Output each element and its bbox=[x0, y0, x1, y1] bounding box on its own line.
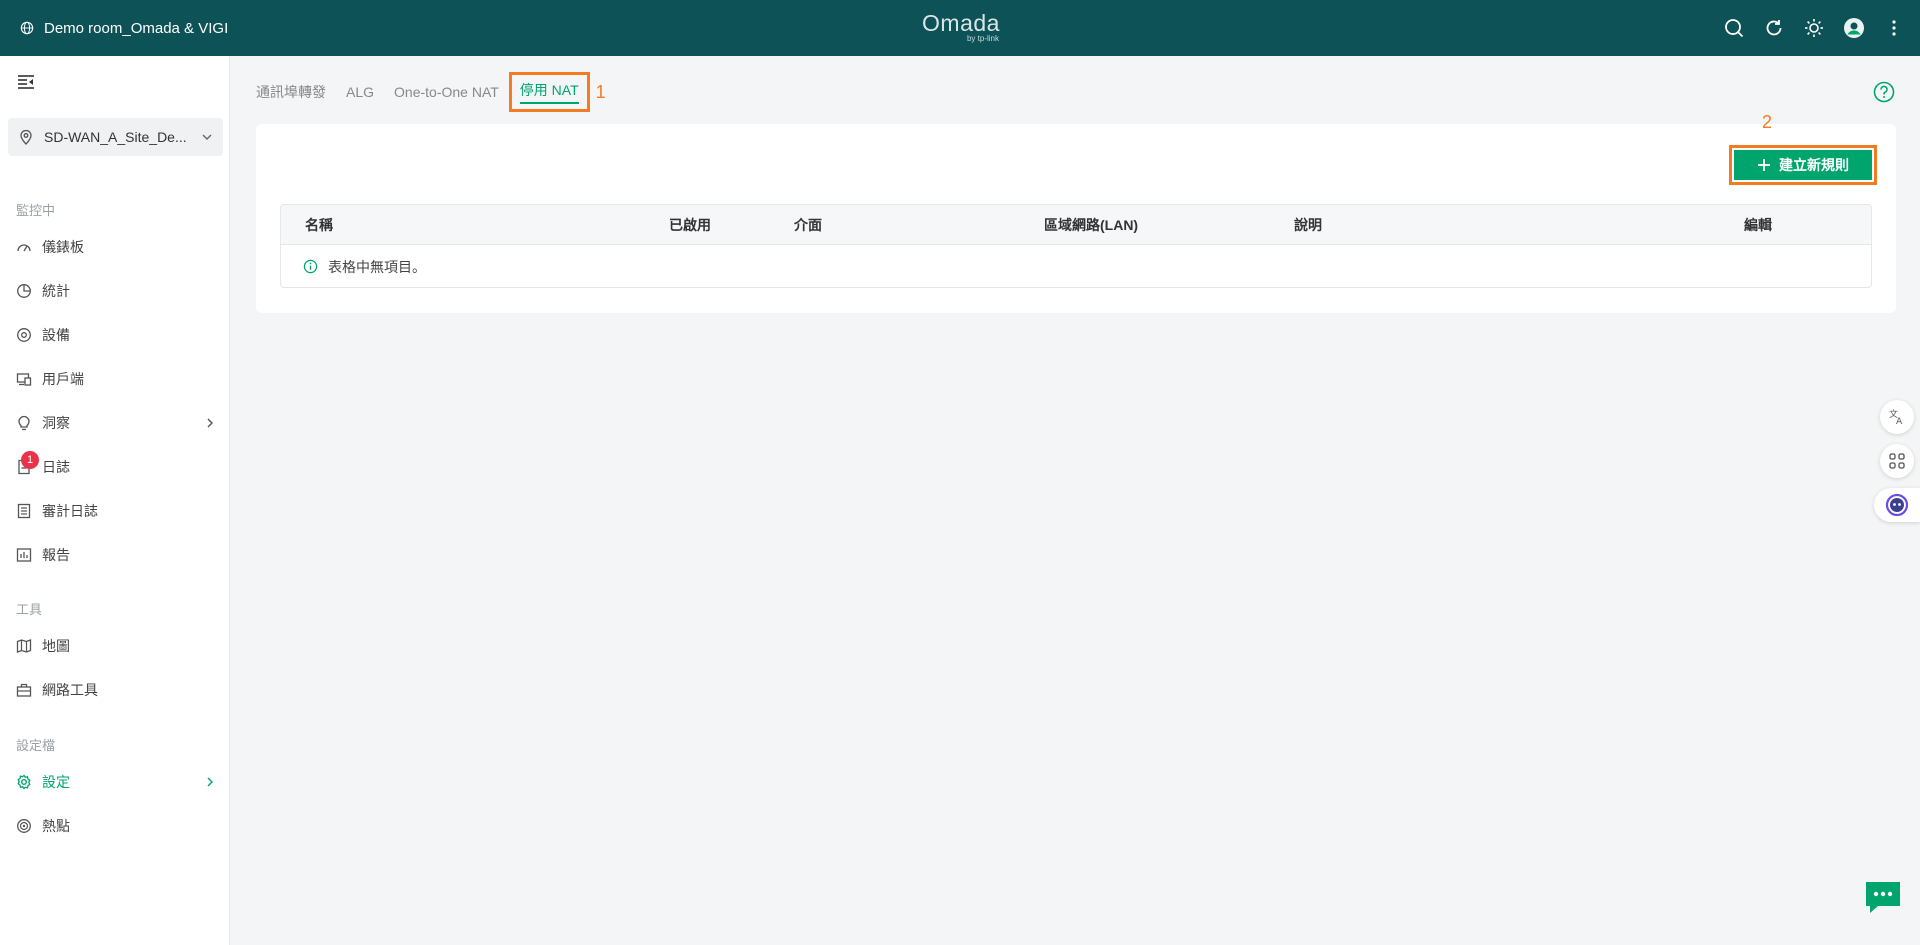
map-icon bbox=[16, 639, 32, 653]
bulb-icon bbox=[18, 415, 30, 431]
room-selector[interactable]: Demo room_Omada & VIGI bbox=[20, 0, 228, 56]
sidebar-item-audit-logs[interactable]: 審計日誌 bbox=[16, 497, 216, 525]
table-empty-row: 表格中無項目。 bbox=[281, 245, 1871, 287]
menu-collapse-icon bbox=[18, 75, 34, 89]
sidebar-item-devices[interactable]: 設備 bbox=[16, 321, 216, 349]
apps-grid-icon bbox=[1889, 453, 1905, 469]
sidebar-item-hotspot[interactable]: 熱點 bbox=[16, 812, 216, 840]
create-new-rule-button[interactable]: 建立新規則 bbox=[1734, 150, 1872, 180]
sidebar-item-insights[interactable]: 洞察 bbox=[16, 409, 216, 437]
section-tools: 工具 bbox=[16, 602, 43, 617]
sidebar-item-statistics[interactable]: 統計 bbox=[16, 277, 216, 305]
sidebar-item-dashboard[interactable]: 儀錶板 bbox=[16, 233, 216, 261]
toolbox-icon bbox=[16, 683, 32, 697]
globe-icon bbox=[20, 21, 34, 35]
nat-tabs: 通訊埠轉發 ALG One-to-One NAT 停用 NAT 1 bbox=[256, 72, 606, 112]
sun-icon bbox=[1805, 19, 1823, 37]
sidebar-item-logs[interactable]: 1 日誌 bbox=[16, 451, 216, 481]
site-name: SD-WAN_A_Site_De... bbox=[44, 129, 187, 145]
tab-port-forwarding[interactable]: 通訊埠轉發 bbox=[256, 72, 326, 112]
annotation-2: 2 bbox=[1762, 112, 1773, 132]
tab-alg[interactable]: ALG bbox=[346, 72, 374, 112]
table-header: 名稱 已啟用 介面 區域網路(LAN) 說明 編輯 bbox=[281, 205, 1871, 245]
pie-chart-icon bbox=[17, 284, 31, 298]
plus-icon bbox=[1758, 159, 1770, 171]
tab-disable-nat[interactable]: 停用 NAT bbox=[508, 72, 590, 112]
sidebar-item-map[interactable]: 地圖 bbox=[16, 632, 216, 660]
assistant-button[interactable] bbox=[1874, 488, 1920, 522]
column-lan: 區域網路(LAN) bbox=[1044, 217, 1139, 233]
collapse-sidebar-button[interactable] bbox=[16, 72, 36, 92]
create-rule-highlight: 建立新規則 bbox=[1729, 145, 1877, 185]
log-icon-wrap: 1 bbox=[16, 451, 39, 475]
more-menu-button[interactable] bbox=[1874, 8, 1914, 48]
rules-table: 名稱 已啟用 介面 區域網路(LAN) 說明 編輯 表格中無項目。 bbox=[280, 204, 1872, 288]
audit-log-icon bbox=[17, 503, 31, 519]
report-icon bbox=[16, 548, 32, 562]
section-monitoring: 監控中 bbox=[16, 203, 56, 218]
sidebar-item-settings[interactable]: 設定 bbox=[16, 768, 216, 796]
sidebar-item-network-tools[interactable]: 網路工具 bbox=[16, 676, 216, 704]
annotation-1: 1 bbox=[595, 81, 606, 102]
svg-text:A: A bbox=[1896, 417, 1903, 426]
chevron-down-icon bbox=[202, 134, 212, 140]
column-edit: 編輯 bbox=[1744, 217, 1772, 233]
column-description: 說明 bbox=[1294, 217, 1322, 233]
chevron-right-icon bbox=[207, 418, 213, 428]
refresh-icon bbox=[1766, 20, 1782, 36]
chat-icon bbox=[1866, 882, 1900, 913]
site-selector[interactable]: SD-WAN_A_Site_De... bbox=[8, 118, 223, 156]
refresh-button[interactable] bbox=[1754, 8, 1794, 48]
sidebar-item-reports[interactable]: 報告 bbox=[16, 541, 216, 569]
room-name: Demo room_Omada & VIGI bbox=[44, 19, 229, 37]
sidebar: SD-WAN_A_Site_De... 監控中 儀錶板 統計 設備 用戶端 洞察… bbox=[0, 56, 230, 945]
column-name: 名稱 bbox=[305, 217, 333, 233]
help-icon bbox=[1873, 81, 1895, 103]
section-profiles: 設定檔 bbox=[16, 738, 56, 753]
apps-button[interactable] bbox=[1880, 444, 1914, 478]
top-bar: Demo room_Omada & VIGI Omada by tp-link bbox=[0, 0, 1920, 56]
gear-icon bbox=[17, 774, 31, 790]
omada-logo: Omada by tp-link bbox=[922, 10, 1000, 43]
sidebar-item-clients[interactable]: 用戶端 bbox=[16, 365, 216, 393]
avatar-button[interactable] bbox=[1834, 8, 1874, 48]
column-interface: 介面 bbox=[794, 217, 822, 233]
search-icon bbox=[1725, 19, 1744, 38]
empty-message: 表格中無項目。 bbox=[328, 258, 426, 275]
more-vertical-icon bbox=[1892, 20, 1896, 36]
notification-badge: 1 bbox=[21, 451, 39, 469]
help-button[interactable] bbox=[1873, 81, 1895, 103]
avatar-icon bbox=[1844, 18, 1864, 38]
dashboard-icon bbox=[17, 244, 31, 252]
chevron-right-icon bbox=[207, 777, 213, 787]
info-icon bbox=[303, 259, 318, 274]
theme-button[interactable] bbox=[1794, 8, 1834, 48]
device-icon bbox=[17, 328, 31, 342]
translate-button[interactable]: 文A bbox=[1880, 400, 1914, 434]
assistant-bot-icon bbox=[1885, 493, 1909, 517]
hotspot-icon bbox=[17, 819, 31, 833]
tab-one-to-one-nat[interactable]: One-to-One NAT bbox=[394, 72, 499, 112]
location-pin-icon bbox=[20, 129, 32, 145]
client-icon bbox=[16, 373, 32, 386]
search-button[interactable] bbox=[1714, 8, 1754, 48]
column-enabled: 已啟用 bbox=[669, 217, 711, 233]
chat-support-button[interactable] bbox=[1864, 878, 1902, 916]
translate-icon: 文A bbox=[1889, 408, 1903, 426]
